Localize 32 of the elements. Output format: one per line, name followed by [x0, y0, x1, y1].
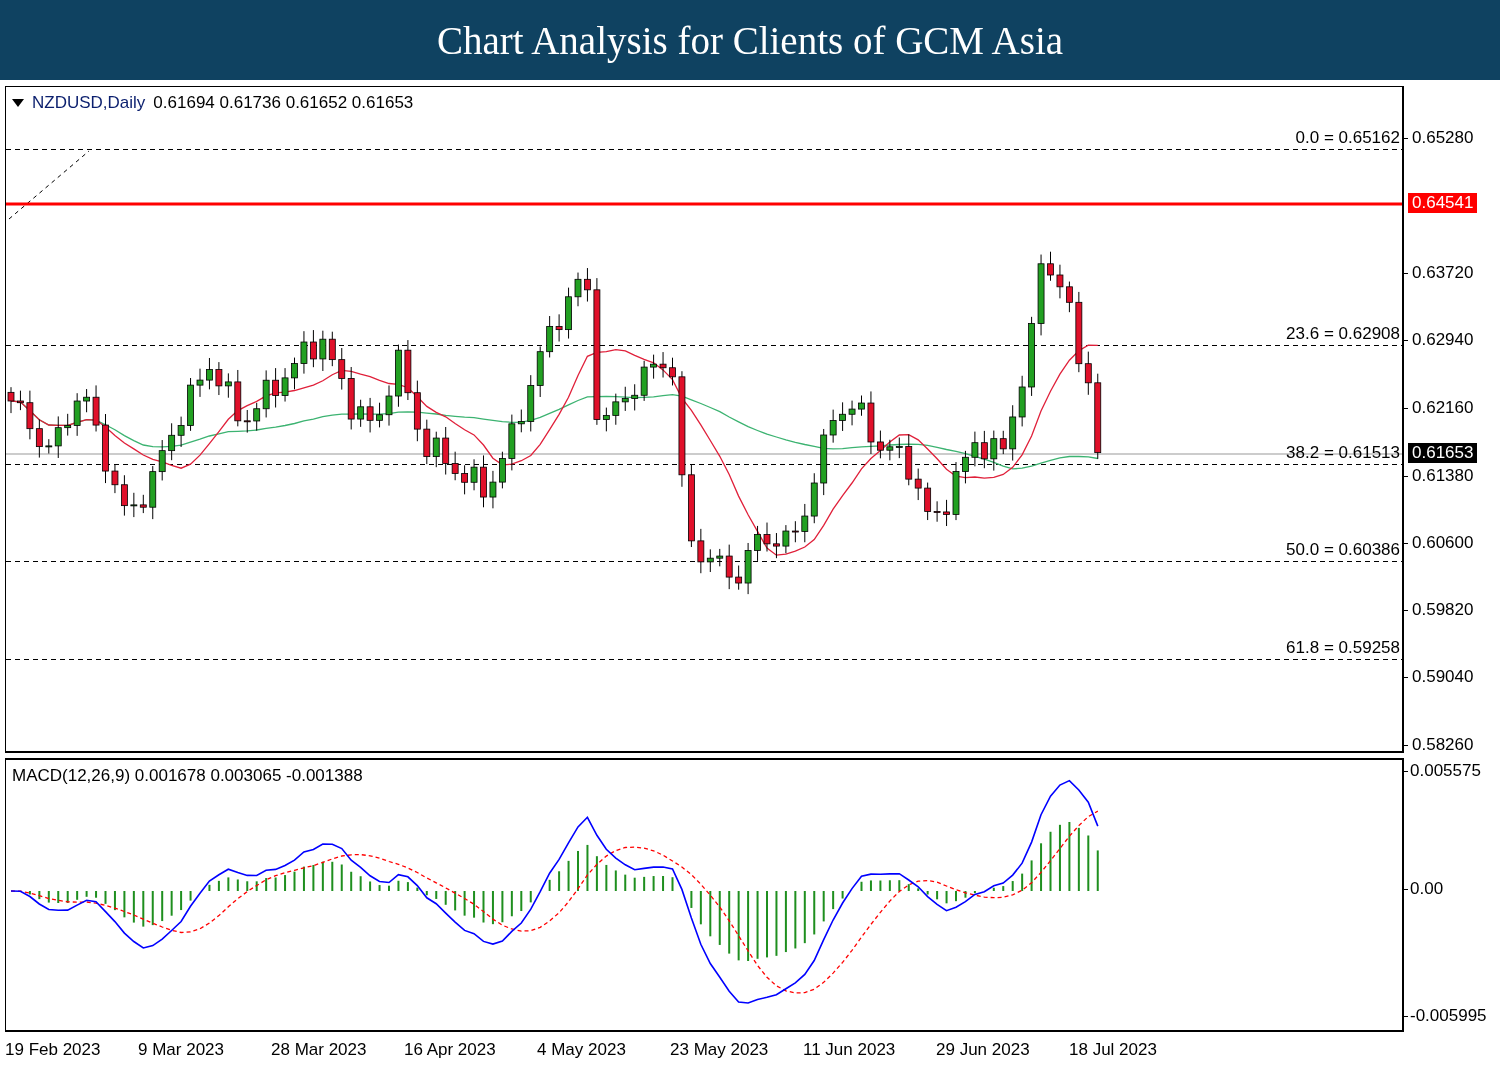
- macd-axis-label: 0.005575: [1410, 762, 1481, 780]
- time-axis-label: 23 May 2023: [670, 1040, 770, 1060]
- macd-axis-label: -0.005995: [1410, 1007, 1487, 1025]
- fibonacci-label: 50.0 = 0.60386: [1286, 541, 1400, 559]
- price-axis-label: 0.59040: [1412, 668, 1474, 686]
- price-axis-label: 0.59820: [1412, 601, 1474, 619]
- time-axis-label: 4 May 2023: [537, 1040, 627, 1060]
- price-tag: 0.61653: [1408, 443, 1478, 463]
- time-axis-label: 16 Apr 2023: [404, 1040, 497, 1060]
- time-axis-label: 9 Mar 2023: [138, 1040, 225, 1060]
- time-axis-label: 29 Jun 2023: [936, 1040, 1031, 1060]
- macd-axis-label: 0.00: [1410, 880, 1444, 898]
- price-axis-label: 0.60600: [1412, 534, 1474, 552]
- symbol-label: NZDUSD,Daily: [32, 93, 146, 113]
- ohlc-values: 0.61694 0.61736 0.61652 0.61653: [153, 93, 414, 113]
- price-axis-label: 0.63720: [1412, 264, 1474, 282]
- price-axis-label: 0.62160: [1412, 399, 1474, 417]
- time-axis-label: 28 Mar 2023: [271, 1040, 368, 1060]
- price-tag: 0.64541: [1408, 193, 1478, 213]
- time-axis-label: 19 Feb 2023: [5, 1040, 102, 1060]
- price-axis-label: 0.58260: [1412, 736, 1474, 754]
- time-axis-label: 18 Jul 2023: [1069, 1040, 1158, 1060]
- time-axis-label: 11 Jun 2023: [803, 1040, 897, 1060]
- macd-legend: MACD(12,26,9) 0.001678 0.003065 -0.001388: [12, 766, 363, 786]
- fibonacci-label: 0.0 = 0.65162: [1295, 129, 1400, 147]
- fibonacci-label: 23.6 = 0.62908: [1286, 325, 1400, 343]
- page-title: Chart Analysis for Clients of GCM Asia: [436, 17, 1064, 63]
- fibonacci-label: 61.8 = 0.59258: [1286, 639, 1400, 657]
- price-axis-label: 0.62940: [1412, 331, 1474, 349]
- price-axis-label: 0.65280: [1412, 129, 1474, 147]
- fibonacci-label: 38.2 = 0.61513: [1286, 444, 1400, 462]
- price-axis-label: 0.61380: [1412, 467, 1474, 485]
